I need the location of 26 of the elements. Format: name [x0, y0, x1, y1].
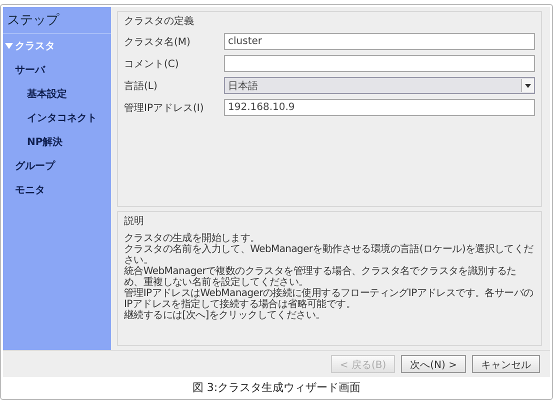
step-item[interactable]: NP解決	[3, 130, 111, 154]
field-label: 管理IPアドレス(I)	[124, 102, 205, 114]
input-field[interactable]: 192.168.10.9	[224, 99, 535, 116]
description-text: 継続するには[次へ]をクリックしてください。	[124, 310, 326, 321]
figure-caption: 図 3:クラスタ生成ウィザード画面	[191, 380, 362, 396]
steps-title: ステップ	[3, 7, 111, 34]
language-dropdown[interactable]: 日本語	[224, 77, 535, 94]
step-item[interactable]: 基本設定	[3, 82, 111, 106]
input-field[interactable]	[224, 55, 535, 72]
step-item[interactable]: モニタ	[3, 178, 111, 202]
step-item[interactable]: グループ	[3, 154, 111, 178]
field-label: コメント(C)	[124, 58, 180, 70]
description-text: クラスタの生成を開始します。	[124, 233, 261, 244]
description-text: 統合WebManagerで複数のクラスタを管理する場合、クラスタ名でクラスタを識別するため、重複しない名前を設定してください。	[124, 266, 518, 288]
group-title: クラスタの定義	[124, 14, 195, 28]
field-label: クラスタ名(M)	[124, 36, 192, 48]
step-item[interactable]: サーバ	[3, 58, 111, 82]
group-title: 説明	[124, 214, 145, 228]
wizard-button[interactable]: キャンセル	[472, 355, 540, 373]
field-label: 言語(L)	[124, 80, 158, 92]
step-item[interactable]: インタコネクト	[3, 106, 111, 130]
triangle-icon	[5, 42, 13, 50]
description-text: 管理IPアドレスはWebManagerの接続に使用するフローティングIPアドレスです。各サーバのIPアドレスを指定して接続する場合は省略可能です。	[124, 288, 534, 310]
wizard-button[interactable]: 次へ(N) >	[401, 355, 466, 373]
description-text: クラスタの名前を入力して、WebManagerを動作させる環境の言語(ロケール)を選択してください。	[124, 244, 534, 266]
input-field[interactable]: cluster	[224, 33, 535, 50]
